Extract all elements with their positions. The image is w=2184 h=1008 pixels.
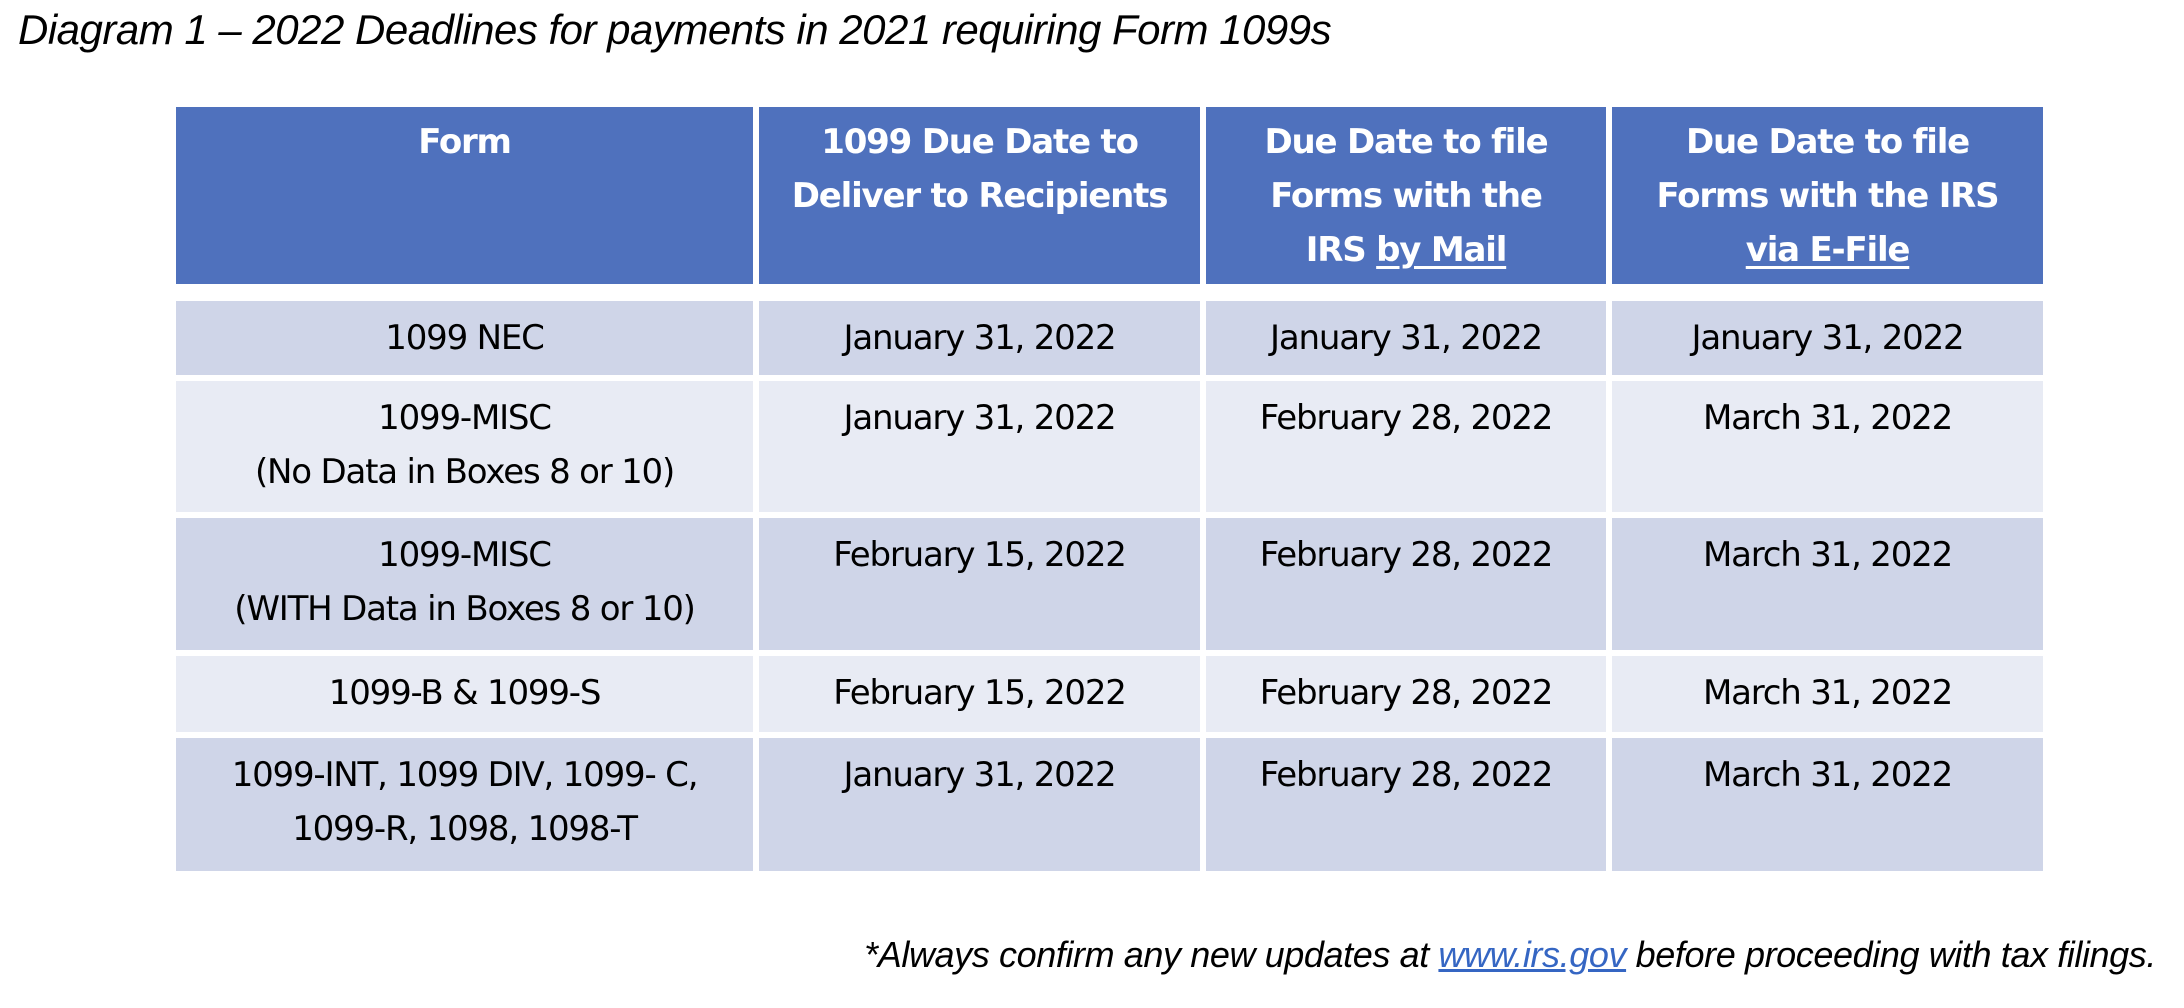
header-line: 1099 Due Date to	[821, 122, 1139, 162]
header-line: Forms with the	[1270, 176, 1543, 216]
header-file-via-efile: Due Date to file Forms with the IRS via …	[1612, 107, 2043, 284]
cell-efile-date: March 31, 2022	[1612, 381, 2043, 512]
header-file-by-mail: Due Date to file Forms with the IRS by M…	[1206, 107, 1606, 284]
header-line: Due Date to file	[1685, 122, 1970, 162]
cell-recipients-date: January 31, 2022	[759, 381, 1200, 512]
header-underlined-via-efile: via E-File	[1745, 230, 1911, 270]
cell-mail-date: February 28, 2022	[1206, 381, 1606, 512]
footnote: *Always confirm any new updates at www.i…	[864, 934, 2156, 976]
header-line-3: via E-File	[1612, 223, 2043, 277]
cell-efile-date: March 31, 2022	[1612, 656, 2043, 732]
cell-form: 1099-INT, 1099 DIV, 1099- C, 1099-R, 109…	[176, 738, 753, 871]
form-line: 1099-MISC	[378, 398, 552, 438]
cell-recipients-date: January 31, 2022	[759, 301, 1200, 375]
form-line: 1099 NEC	[385, 318, 545, 358]
cell-form: 1099-MISC (No Data in Boxes 8 or 10)	[176, 381, 753, 512]
diagram-title: Diagram 1 – 2022 Deadlines for payments …	[18, 6, 1332, 53]
form-line: 1099-R, 1098, 1098-T	[292, 809, 638, 849]
cell-mail-date: February 28, 2022	[1206, 656, 1606, 732]
form-line: (WITH Data in Boxes 8 or 10)	[234, 589, 696, 629]
form-line: 1099-B & 1099-S	[328, 673, 602, 713]
cell-mail-date: February 28, 2022	[1206, 518, 1606, 650]
cell-form: 1099-B & 1099-S	[176, 656, 753, 732]
irs-gov-link[interactable]: www.irs.gov	[1438, 934, 1626, 975]
header-gap	[176, 284, 2043, 301]
deadlines-table: Form 1099 Due Date to Deliver to Recipie…	[176, 107, 2043, 877]
cell-mail-date: January 31, 2022	[1206, 301, 1606, 375]
cell-efile-date: March 31, 2022	[1612, 518, 2043, 650]
header-line: Due Date to file	[1264, 122, 1548, 162]
header-underlined-by-mail: by Mail	[1376, 230, 1507, 270]
header-line-3: IRS by Mail	[1206, 223, 1606, 277]
cell-recipients-date: February 15, 2022	[759, 518, 1200, 650]
cell-form: 1099 NEC	[176, 301, 753, 375]
cell-efile-date: March 31, 2022	[1612, 738, 2043, 871]
header-prefix: IRS	[1305, 230, 1377, 270]
cell-mail-date: February 28, 2022	[1206, 738, 1606, 871]
header-form-line: Form	[418, 122, 512, 162]
form-line: (No Data in Boxes 8 or 10)	[254, 452, 675, 492]
header-form: Form	[176, 107, 753, 284]
header-line: Deliver to Recipients	[791, 176, 1169, 216]
form-line: 1099-INT, 1099 DIV, 1099- C,	[231, 755, 699, 795]
footnote-text-after: before proceeding with tax filings.	[1626, 934, 2157, 975]
form-line: 1099-MISC	[378, 535, 552, 575]
cell-recipients-date: January 31, 2022	[759, 738, 1200, 871]
header-deliver-to-recipients: 1099 Due Date to Deliver to Recipients	[759, 107, 1200, 284]
cell-form: 1099-MISC (WITH Data in Boxes 8 or 10)	[176, 518, 753, 650]
cell-recipients-date: February 15, 2022	[759, 656, 1200, 732]
header-line: Forms with the IRS	[1656, 176, 2000, 216]
footnote-text-before: *Always confirm any new updates at	[864, 934, 1439, 975]
cell-efile-date: January 31, 2022	[1612, 301, 2043, 375]
